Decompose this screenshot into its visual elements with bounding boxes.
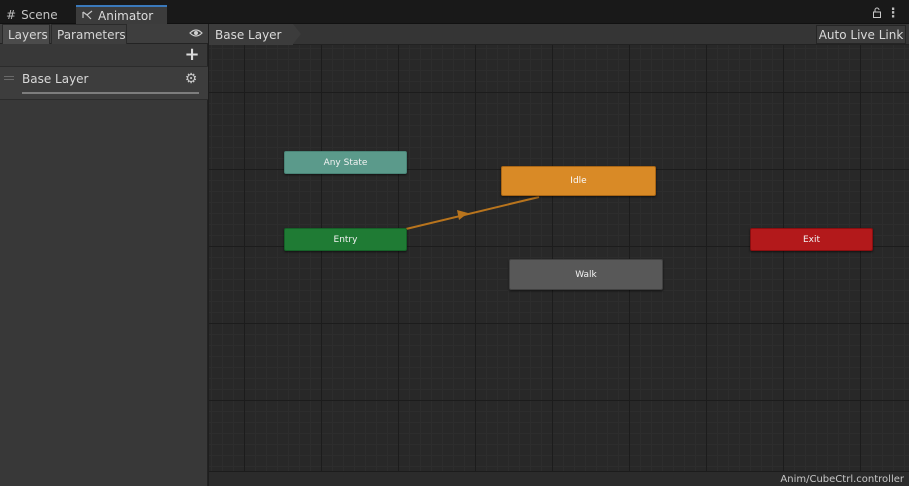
- auto-live-link-toggle[interactable]: Auto Live Link: [816, 25, 906, 44]
- add-layer-button[interactable]: +: [184, 46, 200, 64]
- state-machine-graph[interactable]: [209, 24, 909, 486]
- layer-row[interactable]: Base Layer ⚙: [0, 66, 208, 100]
- animator-icon: [82, 9, 93, 23]
- eye-icon[interactable]: [188, 26, 204, 42]
- kebab-menu-icon[interactable]: ⋮: [886, 6, 900, 22]
- lock-icon[interactable]: [870, 7, 884, 21]
- breadcrumb[interactable]: Base Layer: [209, 24, 293, 45]
- layers-panel: Layers Parameters + Base Layer ⚙: [0, 24, 208, 486]
- tab-layers[interactable]: Layers: [2, 24, 50, 44]
- state-walk[interactable]: Walk: [509, 259, 663, 290]
- tab-parameters[interactable]: Parameters: [51, 24, 127, 44]
- tab-scene-label: Scene: [21, 8, 58, 22]
- graph-toolbar: Base Layer Auto Live Link: [209, 24, 909, 45]
- tab-animator-label: Animator: [98, 8, 154, 23]
- tab-scene[interactable]: # Scene: [0, 6, 74, 24]
- state-idle[interactable]: Idle: [501, 166, 656, 196]
- state-any-state[interactable]: Any State: [284, 151, 407, 174]
- state-entry[interactable]: Entry: [284, 228, 407, 251]
- layers-panel-toolbar: Layers Parameters: [0, 24, 208, 44]
- grid-icon: #: [6, 8, 17, 22]
- layer-name: Base Layer: [22, 72, 89, 86]
- state-exit[interactable]: Exit: [750, 228, 873, 251]
- status-bar: Anim/CubeCtrl.controller: [209, 471, 909, 486]
- layer-weight-bar: [22, 92, 199, 94]
- breadcrumb-arrow: [293, 24, 301, 44]
- controller-asset-path: Anim/CubeCtrl.controller: [780, 474, 904, 485]
- gear-icon[interactable]: ⚙: [183, 70, 199, 88]
- tab-animator[interactable]: Animator: [76, 5, 167, 24]
- drag-handle-icon[interactable]: [4, 76, 14, 80]
